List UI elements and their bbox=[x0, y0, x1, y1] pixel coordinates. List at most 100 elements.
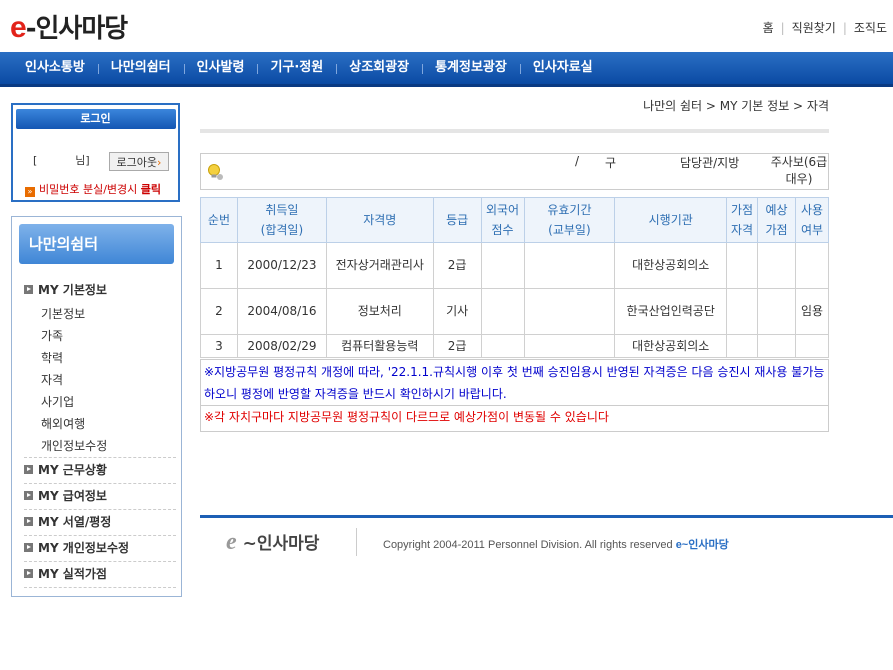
cell-issuer: 한국산업인력공단 bbox=[614, 288, 728, 335]
top-links: 홈 | 직원찾기 | 조직도 bbox=[763, 19, 887, 36]
sidebar-menu: MY 기본정보 기본정보 가족 학력 자격 사기업 해외여행 개인정보수정 MY… bbox=[24, 278, 176, 588]
cell-foreign-score bbox=[480, 288, 525, 335]
bullet-arrow-icon bbox=[24, 569, 33, 578]
cell-valid-period bbox=[523, 288, 616, 335]
cell-grade: 2급 bbox=[432, 334, 482, 358]
cell-issuer: 대한상공회의소 bbox=[614, 334, 728, 358]
logout-button[interactable]: 로그아웃› bbox=[109, 152, 169, 171]
sidebar-group-my-basic-info[interactable]: MY 기본정보 bbox=[24, 278, 176, 303]
user-info-bar: / 구 담당관/지방 주사보(6급대우) bbox=[200, 153, 829, 190]
nav-item-communication[interactable]: 인사소통방 bbox=[12, 52, 98, 84]
cell-foreign-score bbox=[480, 242, 525, 289]
top-link-find-staff[interactable]: 직원찾기 bbox=[792, 21, 836, 35]
sidebar-group-my-ranking[interactable]: MY 서열/평정 bbox=[24, 510, 176, 536]
sidebar-group-label: MY 근무상황 bbox=[38, 463, 107, 477]
breadcrumb: 나만의 쉼터 > MY 기본 정보 > 자격 bbox=[643, 99, 829, 113]
cell-grade: 기사 bbox=[432, 288, 482, 335]
cell-used bbox=[794, 242, 830, 289]
col-header-qual-name: 자격명 bbox=[325, 197, 434, 243]
double-arrow-icon: » bbox=[25, 187, 35, 197]
col-header-foreign-score: 외국어 점수 bbox=[480, 197, 525, 243]
cell-qual-name: 컴퓨터활용능력 bbox=[325, 334, 434, 358]
cell-valid-period bbox=[523, 242, 616, 289]
info-separator: / bbox=[575, 154, 580, 168]
sidebar-group-label: MY 실적가점 bbox=[38, 567, 107, 581]
notice-blue: ※지방공무원 평정규칙 개정에 따라, '22.1.1.규칙시행 이후 첫 번째… bbox=[200, 359, 829, 406]
col-header-no: 순번 bbox=[200, 197, 238, 243]
password-click-text: 클릭 bbox=[140, 183, 162, 196]
table-row: 1 2000/12/23 전자상거래관리사 2급 대한상공회의소 bbox=[200, 242, 830, 289]
qualification-table: 순번 취득일 (합격일) 자격명 등급 외국어 점수 유효기간 (교부일) 시행… bbox=[200, 197, 830, 358]
cell-grade: 2급 bbox=[432, 242, 482, 289]
footer-logo-text: ~인사마당 bbox=[242, 534, 320, 554]
col-header-grade: 등급 bbox=[432, 197, 482, 243]
cell-qual-name: 정보처리 bbox=[325, 288, 434, 335]
col-header-acquired-date: 취득일 (합격일) bbox=[236, 197, 327, 243]
password-change-link[interactable]: » 비밀번호 분실/변경시 클릭 bbox=[25, 181, 161, 197]
cell-issuer: 대한상공회의소 bbox=[614, 242, 728, 289]
sidebar-item-education[interactable]: 학력 bbox=[24, 347, 176, 369]
sidebar-group-label: MY 서열/평정 bbox=[38, 515, 112, 529]
header: e-인사마당 홈 | 직원찾기 | 조직도 bbox=[0, 0, 893, 52]
sidebar-item-overseas-travel[interactable]: 해외여행 bbox=[24, 413, 176, 435]
sidebar-group-label: MY 개인정보수정 bbox=[38, 541, 130, 555]
info-department: 담당관/지방 bbox=[680, 156, 740, 170]
col-header-used: 사용 여부 bbox=[794, 197, 830, 243]
notice-red: ※각 자치구마다 지방공무원 평정규칙이 다르므로 예상가점이 변동될 수 있습… bbox=[200, 406, 829, 432]
sidebar-item-family[interactable]: 가족 bbox=[24, 325, 176, 347]
divider: | bbox=[780, 21, 785, 35]
divider bbox=[356, 528, 357, 556]
cell-used bbox=[794, 334, 830, 358]
cell-valid-period bbox=[523, 334, 616, 358]
cell-bonus-qual bbox=[726, 288, 759, 335]
sidebar-item-edit-personal-info[interactable]: 개인정보수정 bbox=[24, 435, 176, 458]
nav-item-organization[interactable]: 기구·정원 bbox=[257, 52, 336, 84]
cell-used: 임용 bbox=[794, 288, 830, 335]
sidebar-group-my-performance[interactable]: MY 실적가점 bbox=[24, 562, 176, 588]
sidebar-item-qualification[interactable]: 자격 bbox=[24, 369, 176, 391]
top-link-home[interactable]: 홈 bbox=[763, 21, 774, 35]
bullet-arrow-icon bbox=[24, 285, 33, 294]
info-rank: 주사보(6급대우) bbox=[770, 155, 828, 186]
cell-no: 1 bbox=[200, 242, 238, 289]
cell-expected-bonus bbox=[757, 242, 796, 289]
nav-item-mutual-aid[interactable]: 상조회광장 bbox=[336, 52, 422, 84]
cell-acquired-date: 2000/12/23 bbox=[236, 242, 327, 289]
copyright: Copyright 2004-2011 Personnel Division. … bbox=[383, 536, 729, 552]
bullet-arrow-icon bbox=[24, 543, 33, 552]
sidebar-item-basic-info[interactable]: 기본정보 bbox=[24, 303, 176, 325]
nav-item-my-rest[interactable]: 나만의쉼터 bbox=[97, 52, 184, 84]
logo-e: e bbox=[10, 11, 27, 44]
top-link-org-chart[interactable]: 조직도 bbox=[854, 21, 887, 35]
login-title: 로그인 bbox=[15, 109, 176, 129]
sidebar-group-my-personal-edit[interactable]: MY 개인정보수정 bbox=[24, 536, 176, 562]
footer-divider bbox=[200, 515, 893, 518]
nav-item-statistics[interactable]: 통계정보광장 bbox=[422, 52, 520, 84]
copyright-brand: e~인사마당 bbox=[675, 539, 729, 551]
sidebar: 나만의쉼터 MY 기본정보 기본정보 가족 학력 자격 사기업 해외여행 개인정… bbox=[11, 216, 182, 597]
cell-no: 3 bbox=[200, 334, 238, 358]
divider: | bbox=[842, 21, 847, 35]
sidebar-item-private-company[interactable]: 사기업 bbox=[24, 391, 176, 413]
password-change-text: 비밀번호 분실/변경시 bbox=[39, 183, 138, 196]
cell-bonus-qual bbox=[726, 242, 759, 289]
site-logo[interactable]: e-인사마당 bbox=[10, 8, 128, 45]
col-header-bonus-qual: 가점 자격 bbox=[726, 197, 759, 243]
user-bracket-open: [ bbox=[33, 154, 38, 167]
lightbulb-icon bbox=[208, 164, 223, 180]
nav-item-resources[interactable]: 인사자료실 bbox=[519, 52, 606, 84]
sidebar-group-label: MY 급여정보 bbox=[38, 489, 107, 503]
cell-expected-bonus bbox=[757, 288, 796, 335]
col-header-expected-bonus: 예상 가점 bbox=[757, 197, 796, 243]
arrow-right-icon: › bbox=[157, 156, 162, 169]
cell-bonus-qual bbox=[726, 334, 759, 358]
login-box: 로그인 [님] 로그아웃› » 비밀번호 분실/변경시 클릭 bbox=[11, 103, 180, 202]
nav-item-appointments[interactable]: 인사발령 bbox=[183, 52, 258, 84]
sidebar-group-my-work-status[interactable]: MY 근무상황 bbox=[24, 458, 176, 484]
sidebar-group-my-salary[interactable]: MY 급여정보 bbox=[24, 484, 176, 510]
user-name-line: [님] bbox=[33, 152, 90, 168]
bullet-arrow-icon bbox=[24, 491, 33, 500]
table-row: 3 2008/02/29 컴퓨터활용능력 2급 대한상공회의소 bbox=[200, 334, 830, 358]
col-header-valid-period: 유효기간 (교부일) bbox=[523, 197, 616, 243]
info-district: 구 bbox=[605, 156, 617, 170]
